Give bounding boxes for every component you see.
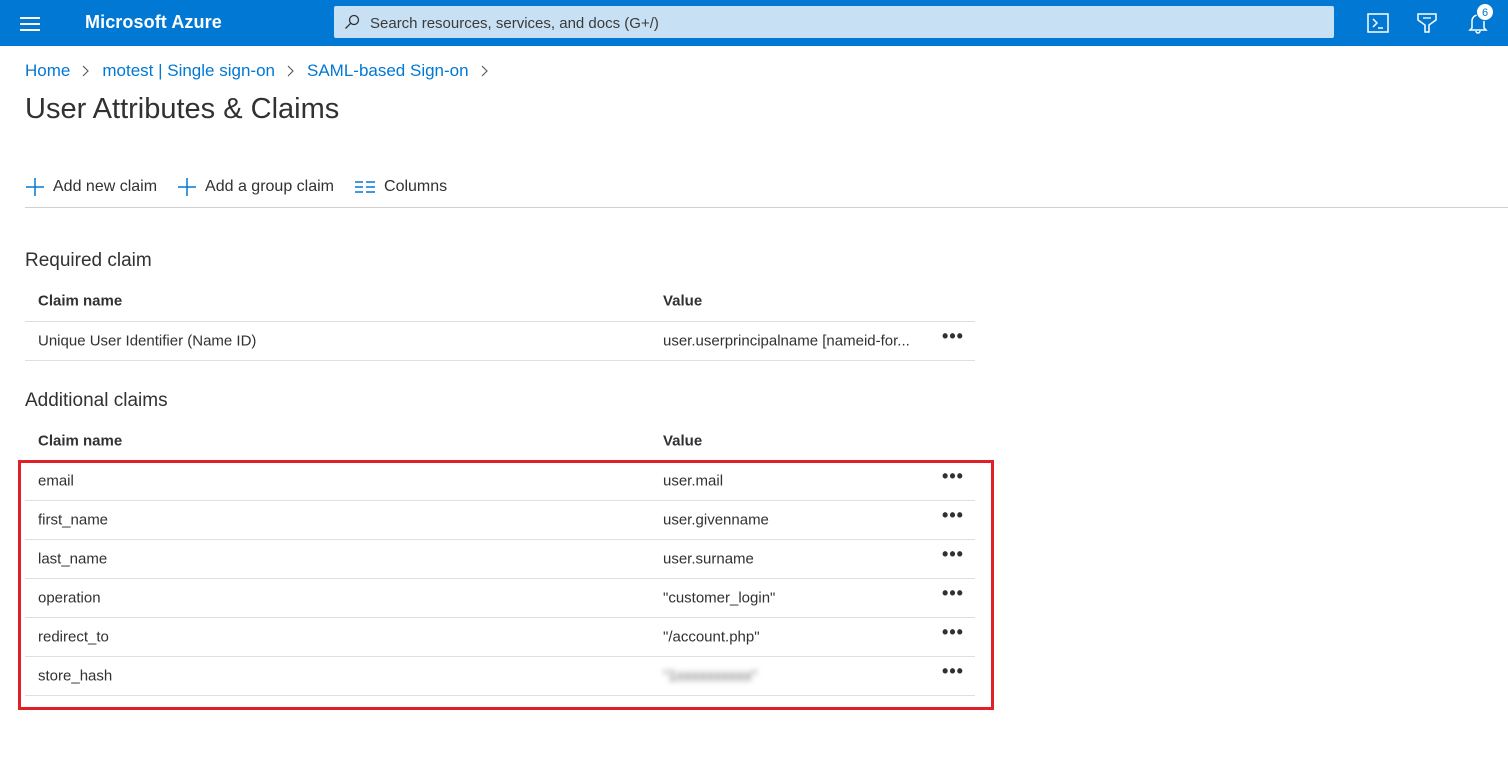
table-header: Claim name Value bbox=[25, 281, 975, 322]
claim-value-redacted: "1xxxxxxxxxx" bbox=[663, 667, 757, 685]
table-row[interactable]: redirect_to "/account.php" ••• bbox=[25, 618, 975, 657]
search-icon bbox=[345, 14, 360, 29]
header-value: Value bbox=[663, 432, 703, 450]
directory-filter-icon[interactable] bbox=[1414, 10, 1440, 36]
add-new-claim-button[interactable]: Add new claim bbox=[25, 177, 157, 197]
search-input[interactable] bbox=[368, 6, 1312, 40]
required-claim-title: Required claim bbox=[25, 250, 152, 271]
plus-icon bbox=[178, 178, 197, 196]
claim-value: "/account.php" bbox=[663, 628, 760, 646]
table-header: Claim name Value bbox=[25, 421, 975, 462]
claim-value: "customer_login" bbox=[663, 589, 776, 607]
add-new-claim-label: Add new claim bbox=[53, 178, 158, 195]
top-bar: Microsoft Azure 6 bbox=[0, 0, 1508, 46]
claim-value: user.givenname bbox=[663, 511, 769, 529]
table-row[interactable]: operation "customer_login" ••• bbox=[25, 579, 975, 618]
claim-name: last_name bbox=[38, 550, 108, 568]
more-options-button[interactable]: ••• bbox=[939, 662, 967, 685]
header-claim-name: Claim name bbox=[38, 292, 123, 310]
columns-label: Columns bbox=[384, 178, 448, 195]
cloud-shell-icon[interactable] bbox=[1365, 10, 1391, 36]
add-group-claim-label: Add a group claim bbox=[205, 178, 335, 195]
page-title: User Attributes & Claims bbox=[25, 93, 340, 125]
more-options-button[interactable]: ••• bbox=[939, 623, 967, 646]
header-claim-name: Claim name bbox=[38, 432, 123, 450]
claim-name: operation bbox=[38, 589, 101, 607]
more-options-button[interactable]: ••• bbox=[939, 327, 967, 350]
claim-value: user.mail bbox=[663, 472, 724, 490]
columns-icon bbox=[355, 181, 376, 193]
additional-claims-table: Claim name Value email user.mail ••• fir… bbox=[25, 421, 975, 696]
breadcrumb-saml[interactable]: SAML-based Sign-on bbox=[307, 61, 469, 81]
table-row[interactable]: last_name user.surname ••• bbox=[25, 540, 975, 579]
claim-name: first_name bbox=[38, 511, 109, 529]
more-options-button[interactable]: ••• bbox=[939, 584, 967, 607]
more-options-button[interactable]: ••• bbox=[939, 506, 967, 529]
more-options-button[interactable]: ••• bbox=[939, 545, 967, 568]
table-row[interactable]: first_name user.givenname ••• bbox=[25, 501, 975, 540]
breadcrumb-home[interactable]: Home bbox=[25, 61, 70, 81]
table-row[interactable]: store_hash "1xxxxxxxxxx" ••• bbox=[25, 657, 975, 696]
command-bar: Add new claim Add a group claim Columns bbox=[25, 172, 467, 202]
additional-claims-title: Additional claims bbox=[25, 390, 168, 411]
breadcrumb-app-sso[interactable]: motest | Single sign-on bbox=[102, 61, 275, 81]
table-row[interactable]: Unique User Identifier (Name ID) user.us… bbox=[25, 322, 975, 361]
notification-count-badge: 6 bbox=[1476, 3, 1494, 21]
table-row[interactable]: email user.mail ••• bbox=[25, 462, 975, 501]
claim-name: Unique User Identifier (Name ID) bbox=[38, 332, 257, 350]
add-group-claim-button[interactable]: Add a group claim bbox=[177, 177, 334, 197]
required-claim-table: Claim name Value Unique User Identifier … bbox=[25, 281, 975, 361]
header-value: Value bbox=[663, 292, 703, 310]
claim-name: email bbox=[38, 472, 74, 490]
divider bbox=[25, 207, 1508, 208]
breadcrumb: Home motest | Single sign-on SAML-based … bbox=[25, 60, 501, 82]
plus-icon bbox=[26, 178, 44, 196]
chevron-right-icon bbox=[82, 65, 90, 77]
menu-icon[interactable] bbox=[18, 13, 42, 33]
claim-value: user.userprincipalname [nameid-for... bbox=[663, 332, 910, 350]
search-box[interactable] bbox=[334, 6, 1334, 40]
more-options-button[interactable]: ••• bbox=[939, 467, 967, 490]
brand-title[interactable]: Microsoft Azure bbox=[85, 12, 222, 33]
chevron-right-icon bbox=[481, 65, 488, 77]
chevron-right-icon bbox=[287, 65, 294, 77]
claim-name: redirect_to bbox=[38, 628, 109, 646]
columns-button[interactable]: Columns bbox=[354, 178, 447, 196]
claim-name: store_hash bbox=[38, 667, 113, 685]
claim-value: user.surname bbox=[663, 550, 754, 568]
